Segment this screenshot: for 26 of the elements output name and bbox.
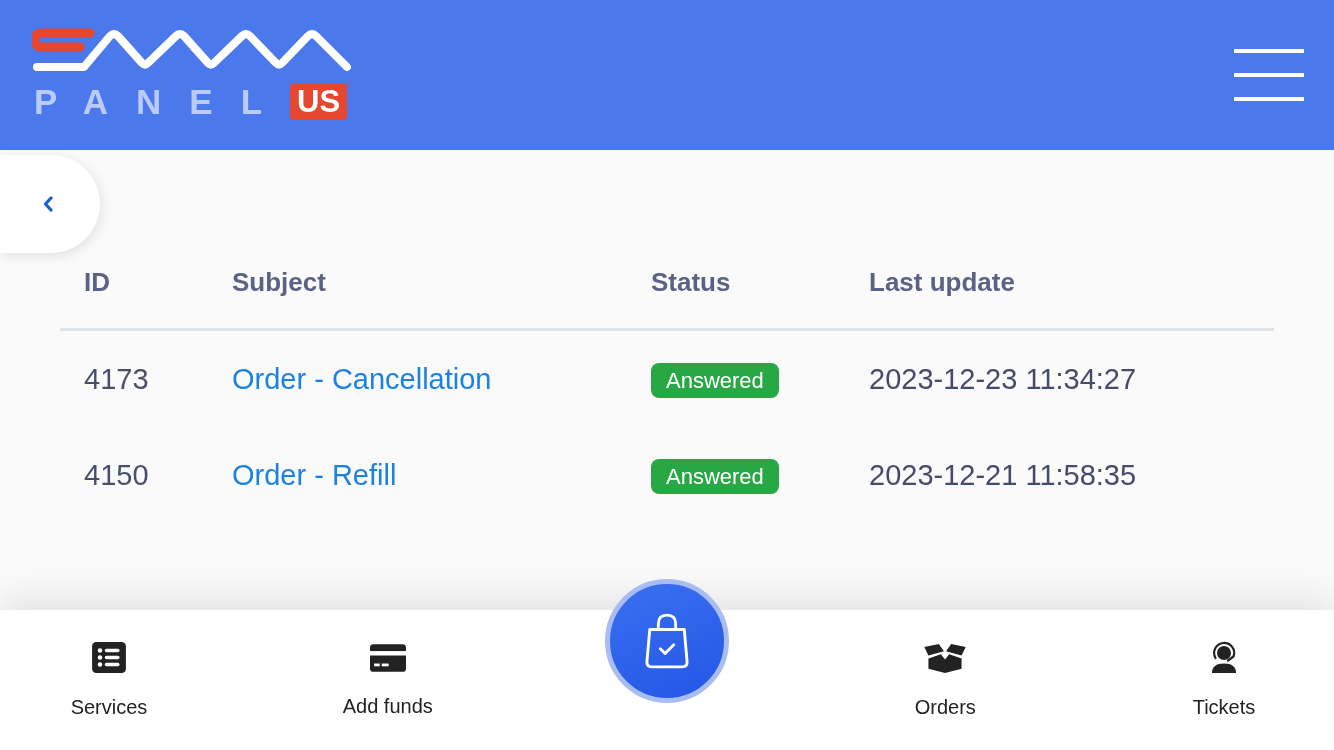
logo-badge: US xyxy=(290,84,348,120)
nav-item[interactable]: Tickets xyxy=(1149,610,1299,741)
column-header: Subject xyxy=(232,267,326,297)
logo-text: PANEL xyxy=(33,84,291,120)
menu-icon xyxy=(1234,49,1304,101)
column-header: ID xyxy=(84,267,110,297)
nav-item[interactable]: Orders xyxy=(870,610,1021,741)
last-update-time: 2023-12-23 11:34:27 xyxy=(869,362,1137,396)
logo-wave-icon xyxy=(32,28,352,72)
ticket-id: 4150 xyxy=(84,458,149,492)
column-header: Status xyxy=(651,267,731,297)
bag-check-icon xyxy=(643,612,690,670)
column-header: Last update xyxy=(869,267,1015,297)
nav-item[interactable]: Services xyxy=(34,610,184,741)
chevron-left-icon xyxy=(43,196,53,212)
status-badge: Answered xyxy=(651,458,779,494)
menu-button[interactable] xyxy=(1234,49,1304,101)
last-update-time: 2023-12-21 11:58:35 xyxy=(869,458,1137,492)
credit-card-icon xyxy=(369,644,406,672)
ticket-subject-link[interactable]: Order - Cancellation xyxy=(232,362,492,396)
ticket-subject-link[interactable]: Order - Refill xyxy=(232,458,397,492)
status-badge: Answered xyxy=(651,362,779,398)
nav-item[interactable]: Add funds xyxy=(312,610,463,741)
open-box-icon xyxy=(924,644,967,673)
ticket-id: 4173 xyxy=(84,362,149,396)
list-icon xyxy=(92,642,126,673)
